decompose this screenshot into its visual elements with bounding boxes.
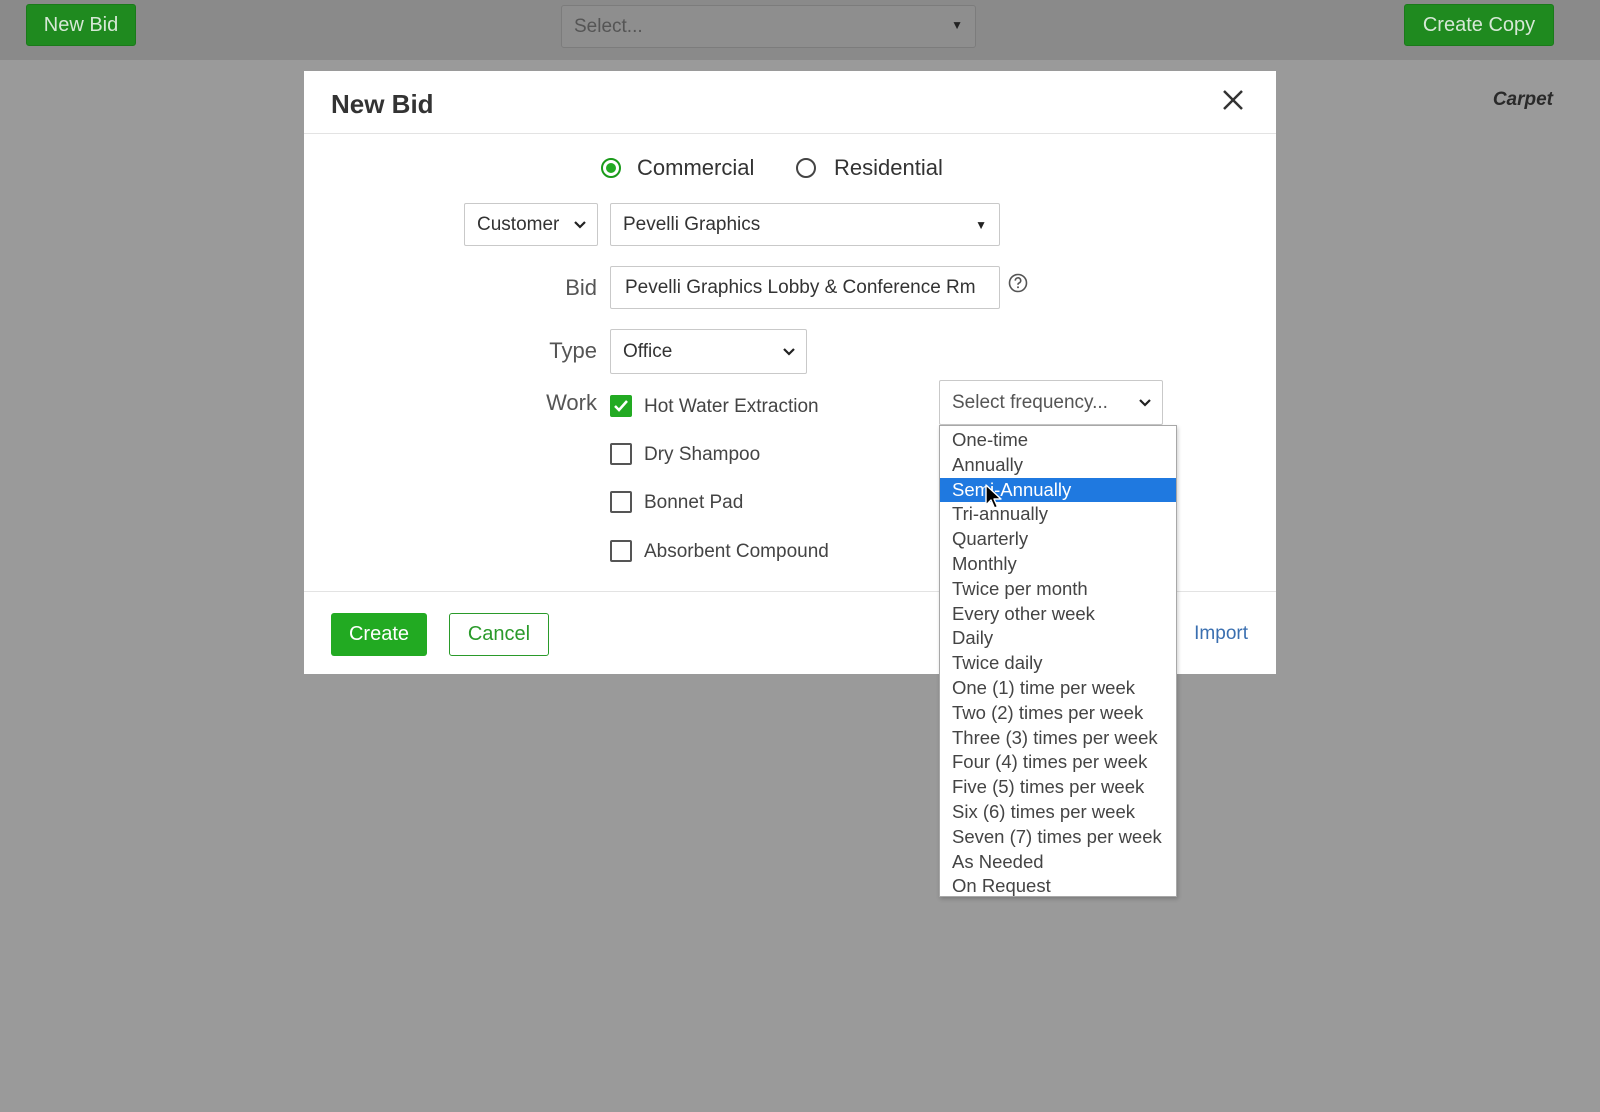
frequency-option[interactable]: One-time: [940, 428, 1176, 453]
bid-name-input[interactable]: Pevelli Graphics Lobby & Conference Rm: [610, 266, 1000, 309]
frequency-option[interactable]: Twice per month: [940, 577, 1176, 602]
modal-header: New Bid: [304, 71, 1276, 134]
chevron-down-icon: [783, 347, 795, 356]
frequency-options-list[interactable]: One-time Annually Semi-Annually Tri-annuall…: [939, 425, 1177, 897]
frequency-option[interactable]: Quarterly: [940, 527, 1176, 552]
frequency-option[interactable]: Annually: [940, 453, 1176, 478]
cancel-button[interactable]: Cancel: [449, 613, 549, 656]
close-icon: [1223, 90, 1243, 110]
help-icon[interactable]: [1007, 272, 1029, 294]
top-select-placeholder: Select...: [574, 15, 643, 37]
commercial-radio-label[interactable]: Commercial: [637, 155, 754, 181]
frequency-option[interactable]: Two (2) times per week: [940, 701, 1176, 726]
frequency-option[interactable]: As Needed: [940, 850, 1176, 875]
customer-name-select[interactable]: Pevelli Graphics ▼: [610, 203, 1000, 246]
new-bid-button[interactable]: New Bid: [26, 4, 136, 46]
type-select[interactable]: Office: [610, 329, 807, 374]
caret-down-icon: ▼: [975, 217, 987, 232]
frequency-option[interactable]: Twice daily: [940, 651, 1176, 676]
top-select-dropdown[interactable]: Select... ▼: [561, 5, 976, 48]
residential-radio-label[interactable]: Residential: [834, 155, 943, 181]
close-button[interactable]: [1218, 85, 1248, 115]
frequency-option[interactable]: Tri-annually: [940, 502, 1176, 527]
create-copy-button[interactable]: Create Copy: [1404, 4, 1554, 46]
hot-water-extraction-checkbox[interactable]: [610, 395, 632, 417]
checkmark-icon: [614, 400, 628, 412]
frequency-option[interactable]: Semi-Annually: [940, 477, 1176, 503]
customer-name-value: Pevelli Graphics: [623, 213, 761, 235]
top-toolbar: New Bid Select... ▼ Create Copy: [0, 0, 1600, 60]
frequency-option[interactable]: Five (5) times per week: [940, 775, 1176, 800]
frequency-option[interactable]: Daily: [940, 626, 1176, 651]
client-type-radio-group: Commercial Residential: [304, 155, 1276, 185]
import-link[interactable]: Import: [1194, 623, 1248, 645]
work-label: Work: [546, 390, 597, 415]
create-button[interactable]: Create: [331, 613, 427, 656]
customer-kind-select[interactable]: Customer: [464, 203, 598, 246]
frequency-option[interactable]: Four (4) times per week: [940, 750, 1176, 775]
bid-label: Bid: [565, 275, 597, 300]
residential-radio[interactable]: [796, 158, 816, 178]
absorbent-compound-checkbox[interactable]: [610, 540, 632, 562]
type-value: Office: [623, 340, 673, 362]
chevron-down-icon: [1139, 398, 1151, 407]
type-label: Type: [549, 338, 597, 363]
dry-shampoo-label[interactable]: Dry Shampoo: [644, 444, 760, 466]
hot-water-extraction-label[interactable]: Hot Water Extraction: [644, 396, 819, 418]
bid-name-value: Pevelli Graphics Lobby & Conference Rm: [625, 276, 976, 298]
caret-down-icon: ▼: [951, 18, 963, 32]
mouse-cursor-icon: [985, 484, 1002, 509]
frequency-option[interactable]: Every other week: [940, 602, 1176, 627]
frequency-option[interactable]: Six (6) times per week: [940, 800, 1176, 825]
chevron-down-icon: [574, 220, 586, 229]
frequency-placeholder: Select frequency...: [952, 391, 1108, 413]
frequency-select[interactable]: Select frequency...: [939, 380, 1163, 425]
dry-shampoo-checkbox[interactable]: [610, 443, 632, 465]
absorbent-compound-label[interactable]: Absorbent Compound: [644, 541, 829, 563]
frequency-option[interactable]: On Request: [940, 874, 1176, 899]
frequency-option[interactable]: One (1) time per week: [940, 676, 1176, 701]
frequency-option[interactable]: Seven (7) times per week: [940, 825, 1176, 850]
frequency-option[interactable]: Monthly: [940, 552, 1176, 577]
commercial-radio[interactable]: [601, 158, 621, 178]
category-label: Carpet: [1492, 89, 1553, 110]
bonnet-pad-checkbox[interactable]: [610, 491, 632, 513]
modal-title: New Bid: [331, 89, 434, 119]
frequency-option[interactable]: Three (3) times per week: [940, 726, 1176, 751]
bonnet-pad-label[interactable]: Bonnet Pad: [644, 492, 743, 514]
customer-kind-value: Customer: [477, 213, 560, 235]
